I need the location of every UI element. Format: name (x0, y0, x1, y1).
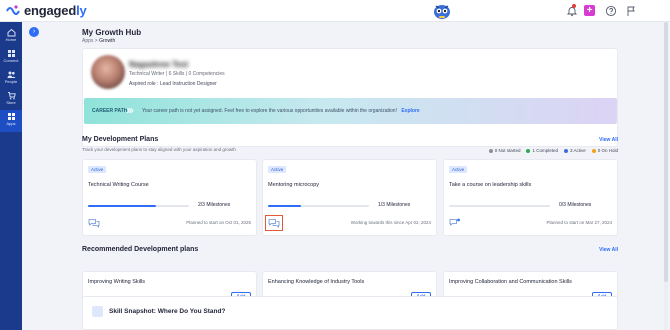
profile-competencies: 0 Competencies (188, 71, 225, 77)
career-message-text: Your career path is not yet assigned. Fe… (142, 108, 397, 114)
legend-dot (591, 148, 596, 153)
flag-icon[interactable] (625, 5, 637, 17)
people-icon (7, 71, 15, 78)
snapshot-icon (92, 306, 103, 317)
legend-dot (563, 148, 568, 153)
recommended-title-text: Improving Collaboration and Communicatio… (449, 279, 572, 285)
legend-dot (526, 148, 531, 153)
apps-icon (7, 113, 15, 120)
brand-accent: ly (76, 3, 87, 18)
recommended-view-all[interactable]: View All (599, 247, 618, 253)
milestones-count: 0/3 Milestones (559, 202, 592, 208)
career-path-banner: CAREER PATH ››› Your career path is not … (84, 98, 617, 124)
avatar (91, 55, 125, 89)
sidebar-item-apps[interactable]: Apps (0, 110, 22, 132)
plan-card[interactable]: Active Mentoring microcopy 1/3 Milestone… (262, 159, 437, 236)
legend-not-started: 0 Not started (488, 148, 521, 153)
profile-name: Nagashree Test (129, 60, 188, 69)
legend-label: 1 Completed (532, 148, 558, 153)
progress-fill (268, 205, 302, 207)
brand-name[interactable]: engagedly (24, 3, 87, 18)
sidebar: Home Connect People Store Apps (0, 22, 22, 330)
legend-active: 3 Active (563, 148, 586, 153)
comments-icon[interactable] (88, 218, 100, 228)
sidebar-item-label: Home (5, 37, 17, 42)
breadcrumb: Apps > Growth (82, 38, 115, 44)
comments-icon[interactable] (265, 215, 283, 231)
sidebar-item-label: People (4, 79, 18, 84)
recommended-title: Recommended Development plans (82, 246, 199, 253)
chevrons-icon: ››› (126, 103, 134, 117)
career-path-label: CAREER PATH (92, 108, 128, 114)
store-icon (7, 92, 16, 100)
progress-bar (88, 205, 189, 207)
brand-main: engaged (24, 3, 77, 18)
home-icon (7, 28, 15, 37)
progress-bar (268, 205, 369, 207)
scroll-thumb[interactable] (664, 22, 668, 282)
sidebar-item-home[interactable]: Home (0, 26, 22, 48)
plan-title[interactable]: Take a course on leadership skills (449, 182, 531, 188)
mascot-icon[interactable] (432, 2, 452, 21)
sidebar-item-label: Connect (3, 58, 19, 63)
plan-title[interactable]: Mentoring microcopy (268, 182, 319, 188)
plan-note: Planned to start on Oct 01, 2025 (186, 220, 251, 225)
legend-label: 0 Not started (494, 148, 521, 153)
aspired-role: Aspired role : Lead Instruction Designer (129, 81, 217, 87)
recommended-title-text: Enhancing Knowledge of Industry Tools (268, 279, 365, 285)
sidebar-item-label: Store (6, 100, 16, 105)
profile-role: Technical Writer (129, 71, 165, 77)
profile-card: Nagashree Test Technical Writer | 6 Skil… (82, 48, 618, 147)
explore-link[interactable]: Explore (401, 108, 419, 114)
plan-card[interactable]: Active Technical Writing Course 2/3 Mile… (82, 159, 257, 236)
dev-plans-title: My Development Plans (82, 136, 159, 143)
help-icon[interactable] (605, 5, 617, 17)
plan-card[interactable]: Active Take a course on leadership skill… (443, 159, 618, 236)
milestones-count: 2/3 Milestones (198, 202, 231, 208)
snapshot-title: Skill Snapshot: Where Do You Stand? (109, 308, 226, 315)
engagedly-logo-icon[interactable] (6, 4, 20, 18)
plan-note: Working towards this since Apr 02, 2024 (350, 220, 431, 225)
legend-completed: 1 Completed (526, 148, 558, 153)
plan-note: Planned to start on Mar 27, 2024 (546, 220, 612, 225)
page-title: My Growth Hub (82, 28, 142, 37)
top-header: engagedly + (0, 0, 670, 22)
status-legend: 0 Not started 1 Completed 3 Active 0 On … (488, 148, 618, 153)
breadcrumb-growth: Growth (99, 38, 116, 44)
legend-on-hold: 0 On Hold (591, 148, 618, 153)
sidebar-item-label: Apps (6, 121, 16, 126)
legend-label: 3 Active (569, 148, 586, 153)
sidebar-item-store[interactable]: Store (0, 89, 22, 111)
legend-label: 0 On Hold (597, 148, 618, 153)
breadcrumb-separator: > (94, 38, 98, 44)
connect-icon (7, 50, 15, 57)
dev-plans-subtitle: Track your development plans to stay ali… (82, 147, 236, 152)
skill-snapshot-card[interactable]: Skill Snapshot: Where Do You Stand? (82, 296, 618, 330)
legend-dot (488, 148, 493, 153)
comments-add-icon[interactable] (449, 218, 461, 228)
profile-skills: 6 Skills (168, 71, 185, 77)
status-badge: Active (88, 166, 107, 173)
progress-bar (449, 205, 550, 207)
sidebar-item-connect[interactable]: Connect (0, 47, 22, 69)
progress-fill (88, 205, 156, 207)
dev-plans-view-all[interactable]: View All (599, 137, 618, 143)
breadcrumb-apps[interactable]: Apps (82, 38, 93, 44)
recommended-title-text: Improving Writing Skills (88, 279, 146, 285)
milestones-count: 1/3 Milestones (378, 202, 411, 208)
expand-sidebar-button[interactable]: › (29, 27, 39, 37)
status-badge: Active (449, 166, 468, 173)
notification-dot (572, 4, 576, 8)
career-path-message: Your career path is not yet assigned. Fe… (142, 108, 420, 114)
status-badge: Active (268, 166, 287, 173)
profile-meta: Technical Writer | 6 Skills | 0 Competen… (129, 71, 225, 77)
scrollbar[interactable] (664, 22, 668, 330)
sidebar-item-people[interactable]: People (0, 68, 22, 90)
plus-button[interactable]: + (584, 5, 595, 16)
plan-title[interactable]: Technical Writing Course (88, 182, 149, 188)
